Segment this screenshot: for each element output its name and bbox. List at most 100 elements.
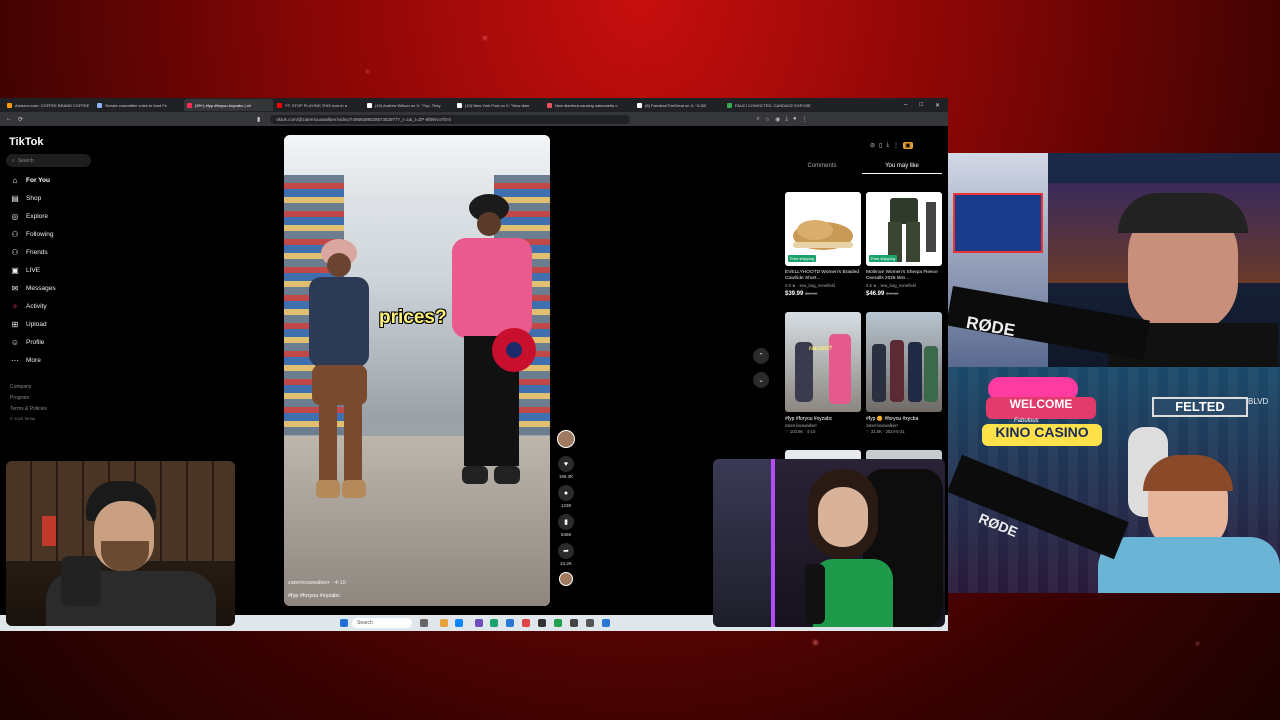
activity-icon: ✧ [11, 302, 19, 311]
task-view-icon[interactable] [420, 619, 428, 627]
video-card-meta: ♡ 31.5K · 2024-5-31 [866, 429, 905, 434]
tab-you-may-like[interactable]: You may like [862, 160, 942, 174]
window-icon[interactable]: ▯ [879, 142, 882, 149]
browser-tab[interactable]: (10) New York Post on X: "New diarr [454, 99, 543, 111]
product-card[interactable]: Free shipping Mollmoe Women's Sherpa Fle… [866, 192, 942, 297]
video-card[interactable]: racism? #fyp #foryou #xyzabc zaterriousw… [785, 312, 861, 434]
bookmark-video-icon[interactable]: ▮ [558, 514, 574, 530]
zoom-icon[interactable]: ⌕ [756, 116, 759, 123]
minimize-icon[interactable]: – [904, 102, 907, 109]
browser-tab[interactable]: (8) FarrakanTheGreat on X: "A DB [634, 99, 723, 111]
nav-item-upload[interactable]: ⊞ Upload [10, 320, 47, 329]
profile-icon-browser[interactable]: ● [793, 116, 797, 123]
app-icon[interactable] [586, 619, 594, 627]
taskbar-search[interactable]: Search [352, 618, 412, 628]
browser-tab[interactable]: FAUCI CONVICTED: CANDACE EXPOSE [724, 99, 813, 111]
following-icon: ⚇ [11, 230, 19, 239]
nav-item-for-you[interactable]: ⌂ For You [10, 176, 50, 185]
app-icon[interactable] [506, 619, 514, 627]
like-count: 199.3K [558, 474, 574, 479]
start-icon[interactable] [340, 619, 348, 627]
explorer-icon[interactable] [440, 619, 448, 627]
browser-tab[interactable]: YT: STOP PLAYING THIS now in a [274, 99, 363, 111]
browser-tab[interactable]: (10) Andrew Wilson on X: "Yup. They [364, 99, 453, 111]
nav-label: Activity [26, 303, 47, 310]
tab-favicon-icon [727, 102, 732, 108]
webcam-top-right: RØDE [948, 153, 1280, 367]
tab-label: (10) New York Post on X: "New diarr [465, 102, 530, 108]
lock-icon: ▮ [257, 116, 261, 123]
back-icon[interactable]: ← [6, 116, 12, 122]
url-field[interactable]: tiktok.com/@zaterriouswalkerr/video/7495… [270, 114, 631, 124]
app-icon[interactable] [490, 619, 498, 627]
video-hashtags[interactable]: #fyp #foryou #xyzabc [288, 593, 340, 599]
nav-item-live[interactable]: ▣ LIVE [10, 266, 40, 275]
download-icon[interactable]: ⤓ [785, 116, 788, 123]
app-icon[interactable] [554, 619, 562, 627]
profile-icon: ☺ [10, 338, 20, 347]
like-icon[interactable]: ♥ [558, 456, 574, 472]
product-card[interactable]: Free shipping EVELLYHOOTD Women's Braide… [785, 192, 861, 297]
home-icon: ⌂ [12, 176, 18, 185]
footer-company[interactable]: Company [10, 384, 31, 390]
app-icon[interactable] [538, 619, 546, 627]
nav-label: Upload [26, 321, 47, 328]
extension-icon[interactable]: ◉ [775, 116, 780, 123]
nav-item-shop[interactable]: ▤ Shop [10, 194, 41, 203]
app-icon[interactable] [475, 619, 483, 627]
taskbar-search-label: Search [357, 620, 373, 626]
bookmark-icon[interactable]: ☆ [765, 116, 770, 123]
panel-tools: ⊘ ▯ ⤓ ⋮ ▣ [870, 142, 913, 149]
video-player[interactable]: prices? zaterriouswalkerr · 4-10 #fyp #f… [284, 135, 550, 606]
video-caption-overlay: prices? [379, 307, 447, 328]
tiktok-sidebar: TikTok ⌕ Search ⌂ For You ▤ Shop ◎ Explore ⚇ Fo… [0, 126, 100, 456]
share-icon[interactable]: ➦ [558, 543, 574, 559]
creator-avatar[interactable] [557, 430, 575, 448]
browser-tab[interactable]: New diarrhea-causing salmonella o [544, 99, 633, 111]
video-author[interactable]: zaterriouswalkerr · 4-10 [288, 580, 346, 586]
app-icon[interactable] [522, 619, 530, 627]
browser-tab[interactable]: (99+) #fyp #foryou #xyzabc | ch [184, 99, 273, 111]
tiktok-logo[interactable]: TikTok [9, 136, 43, 148]
tab-label: (99+) #fyp #foryou #xyzabc | ch [195, 102, 251, 108]
messages-icon: ✉ [11, 284, 19, 293]
settings-icon[interactable]: ⊘ [870, 142, 875, 149]
product-rating: 4.5 ★ · sea_bag_nonefield [866, 282, 916, 288]
nav-item-profile[interactable]: ☺ Profile [10, 338, 45, 347]
nav-item-explore[interactable]: ◎ Explore [10, 212, 49, 221]
more-options-icon[interactable]: ⋮ [893, 142, 899, 149]
video-person-man [452, 194, 536, 484]
next-video-icon[interactable]: ⌄ [753, 372, 769, 388]
app-icon[interactable] [570, 619, 578, 627]
download-video-icon[interactable]: ⤓ [886, 142, 889, 149]
tab-label: YT: STOP PLAYING THIS now in a [285, 102, 347, 108]
nav-item-friends[interactable]: ⚇ Friends [10, 248, 47, 257]
address-bar: ← ⟳ ▮ tiktok.com/@zaterriouswalkerr/vide… [0, 112, 948, 126]
video-card[interactable]: #fyp 🌼 #foryou #xycba zaterriouswalkerr … [866, 312, 942, 434]
nav-item-activity[interactable]: ✧ Activity [10, 302, 47, 311]
footer-program[interactable]: Program [10, 395, 29, 401]
gift-icon[interactable]: ▣ [903, 142, 913, 149]
tab-label: Senate committee votes to fund Fe [105, 102, 168, 108]
window-controls: – □ ✕ [904, 102, 948, 109]
previous-video-icon[interactable]: ⌃ [753, 348, 769, 364]
browser-tab[interactable]: Senate committee votes to fund Fe [94, 99, 183, 111]
tab-comments[interactable]: Comments [782, 160, 862, 174]
music-disc-icon[interactable] [559, 572, 573, 586]
menu-icon[interactable]: ⋮ [802, 116, 808, 123]
nav-item-following[interactable]: ⚇ Following [10, 230, 53, 239]
reload-icon[interactable]: ⟳ [18, 116, 23, 123]
search-input[interactable]: ⌕ Search [6, 154, 91, 167]
maximize-icon[interactable]: □ [919, 102, 923, 109]
nav-item-more[interactable]: ⋯ More [10, 356, 41, 365]
tab-label: Amazon.com: COFFEE BRAND COFFEE [15, 102, 90, 108]
edge-icon[interactable] [455, 619, 463, 627]
video-person-woman [309, 239, 369, 498]
app-icon[interactable] [602, 619, 610, 627]
close-icon[interactable]: ✕ [935, 102, 940, 109]
footer-terms[interactable]: Terms & Policies [10, 406, 47, 412]
browser-tab[interactable]: Amazon.com: COFFEE BRAND COFFEE [4, 99, 93, 111]
nav-label: More [26, 357, 41, 364]
comment-icon[interactable]: ● [558, 485, 574, 501]
nav-item-messages[interactable]: ✉ Messages [10, 284, 56, 293]
